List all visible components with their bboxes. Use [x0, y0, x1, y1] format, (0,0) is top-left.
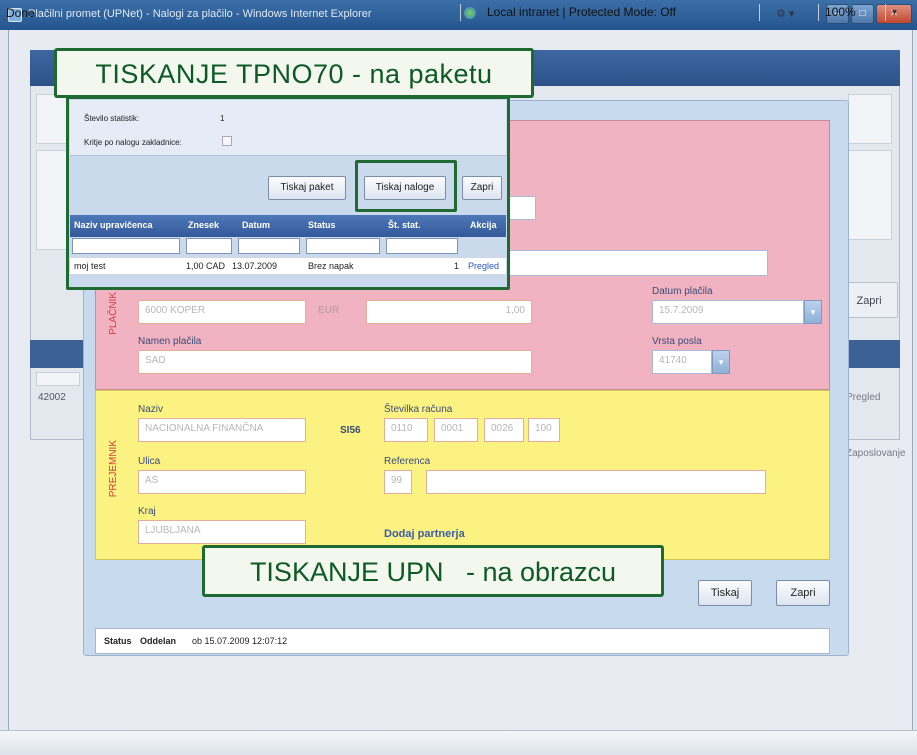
filter-datum[interactable]: [238, 238, 300, 254]
filter-status[interactable]: [306, 238, 380, 254]
calendar-dropdown-icon[interactable]: ▾: [804, 300, 822, 324]
cell-datum: 13.07.2009: [232, 261, 278, 271]
zapri-button[interactable]: Zapri: [776, 580, 830, 606]
vrsta-posla-field[interactable]: 41740: [652, 350, 712, 374]
window-title: Plačilni promet (UPNet) - Nalogi za plač…: [28, 8, 372, 20]
kraj-field[interactable]: LJUBLJANA: [138, 520, 306, 544]
payer-side-label: PLAČNIK: [108, 292, 119, 335]
background-row-text: Zaposlovanje: [846, 448, 906, 459]
namen-placila-label: Namen plačila: [138, 336, 202, 347]
referenca-label: Referenca: [384, 456, 431, 467]
cell-st-stat: 1: [454, 261, 460, 271]
pregled-link[interactable]: Pregled: [468, 261, 499, 271]
background-filter-cell[interactable]: [36, 372, 80, 386]
vrsta-posla-label: Vrsta posla: [652, 336, 702, 347]
payer-currency: EUR: [318, 305, 340, 316]
kritje-checkbox[interactable]: [222, 136, 232, 146]
datum-placila-label: Datum plačila: [652, 286, 713, 297]
recipient-side-label: PREJEMNIK: [108, 440, 119, 498]
ulica-field[interactable]: AS: [138, 470, 306, 494]
col-znesek-header[interactable]: Znesek: [188, 220, 219, 230]
filter-naziv[interactable]: [72, 238, 180, 254]
zoom-level[interactable]: 100%: [818, 4, 886, 21]
iban-prefix: SI56: [340, 425, 361, 436]
status-box: Status Oddelan ob 15.07.2009 12:07:12: [95, 628, 830, 654]
stevilo-statistik-value: 1: [220, 114, 225, 123]
status-value: Oddelan: [140, 636, 177, 646]
status-label: Status: [104, 636, 132, 646]
callout-tpno70: TISKANJE TPNO70 - na paketu: [54, 48, 534, 98]
callout-tpno70-text: TISKANJE TPNO70 - na paketu: [95, 59, 493, 89]
datum-placila-field[interactable]: 15.7.2009: [652, 300, 804, 324]
col-naziv-header[interactable]: Naziv upravičenca: [74, 220, 153, 230]
filter-st-stat[interactable]: [386, 238, 458, 254]
account-part-2[interactable]: 0001: [434, 418, 478, 442]
tiskaj-paket-button[interactable]: Tiskaj paket: [268, 176, 346, 200]
account-part-3[interactable]: 0026: [484, 418, 524, 442]
status-done-text: Done: [6, 6, 35, 20]
background-row-number: 42002: [38, 392, 66, 403]
ulica-label: Ulica: [138, 456, 161, 467]
tiskaj-button[interactable]: Tiskaj: [698, 580, 752, 606]
background-panel: [848, 94, 892, 144]
referenca-field[interactable]: [426, 470, 766, 494]
account-part-1[interactable]: 0110: [384, 418, 428, 442]
referenca-model-field[interactable]: 99: [384, 470, 412, 494]
filter-znesek[interactable]: [186, 238, 232, 254]
account-part-4[interactable]: 100: [528, 418, 560, 442]
namen-placila-field[interactable]: SAD: [138, 350, 532, 374]
stevilka-racuna-label: Številka računa: [384, 404, 453, 415]
payer-amount-field[interactable]: 1,00: [366, 300, 532, 324]
package-info-area: Število statistik: 1 Kritje po nalogu za…: [70, 100, 506, 156]
background-row-action[interactable]: Pregled: [846, 392, 880, 403]
naziv-field[interactable]: NACIONALNA FINANČNA: [138, 418, 306, 442]
col-akcija-header[interactable]: Akcija: [470, 220, 497, 230]
tiskaj-naloge-highlight: [355, 160, 457, 212]
col-status-header[interactable]: Status: [308, 220, 336, 230]
vrsta-posla-dropdown-icon[interactable]: ▾: [712, 350, 730, 374]
callout-upn-text: TISKANJE UPN - na obrazcu: [249, 557, 617, 587]
payer-kraj-field[interactable]: 6000 KOPER: [138, 300, 306, 324]
callout-upn: TISKANJE UPN - na obrazcu: [202, 545, 664, 597]
col-datum-header[interactable]: Datum: [242, 220, 270, 230]
kritje-label: Kritje po nalogu zakladnice:: [84, 138, 182, 147]
package-grid-header: Naziv upravičenca Znesek Datum Status Št…: [70, 215, 506, 237]
background-panel: [848, 150, 892, 240]
stevilo-statistik-label: Število statistik:: [84, 114, 140, 123]
intranet-zone-icon: [464, 7, 476, 19]
browser-statusbar: [0, 730, 917, 755]
kraj-label: Kraj: [138, 506, 156, 517]
cell-status: Brez napak: [308, 261, 354, 271]
status-time: ob 15.07.2009 12:07:12: [192, 636, 288, 646]
cell-naziv: moj test: [74, 261, 106, 271]
dodaj-partnerja-link[interactable]: Dodaj partnerja: [384, 528, 465, 540]
zoom-dropdown-icon[interactable]: ▾: [892, 7, 897, 18]
naziv-label: Naziv: [138, 404, 164, 415]
security-zone[interactable]: Local intranet | Protected Mode: Off: [460, 4, 760, 21]
table-row[interactable]: moj test 1,00 CAD 13.07.2009 Brez napak …: [70, 257, 506, 275]
col-st-stat-header[interactable]: Št. stat.: [388, 220, 421, 230]
cell-znesek: 1,00 CAD: [186, 261, 226, 271]
settings-dropdown-icon[interactable]: ⚙ ▾: [776, 7, 794, 20]
overlay-zapri-button[interactable]: Zapri: [462, 176, 502, 200]
